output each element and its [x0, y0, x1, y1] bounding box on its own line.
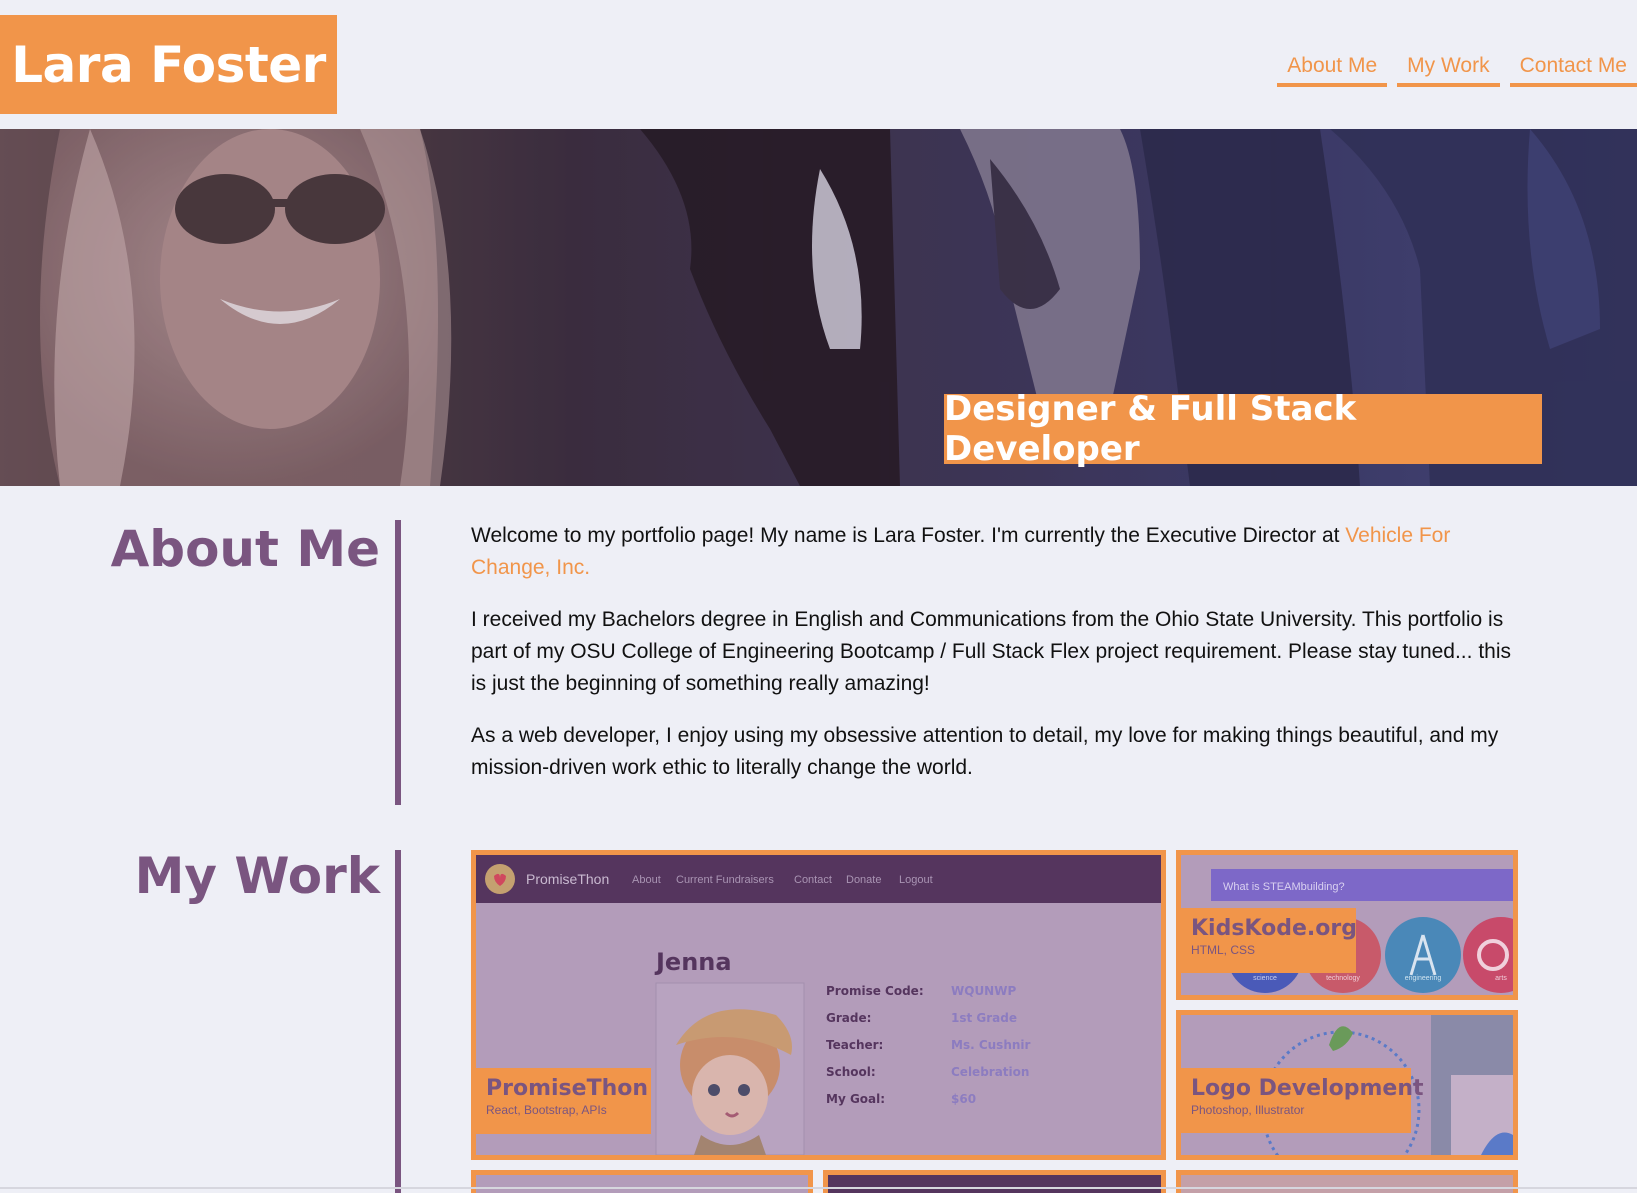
promisethon-tech: React, Bootstrap, APIs	[486, 1103, 607, 1117]
promisethon-menu-donate: Donate	[846, 874, 881, 886]
about-paragraph-2: I received my Bachelors degree in Englis…	[471, 608, 1511, 695]
kidskode-search-text: What is STEAMbuilding?	[1223, 881, 1345, 893]
kidskode-circle-arts: arts	[1495, 975, 1507, 982]
kidskode-title: KidsKode.org	[1191, 916, 1357, 941]
grade-label: Grade:	[826, 1011, 871, 1025]
page-bottom-edge	[0, 1187, 1637, 1189]
about-text: Welcome to my portfolio page! My name is…	[471, 520, 1521, 804]
project-card-row2-2[interactable]	[823, 1170, 1166, 1193]
project-card-row2-3[interactable]	[1176, 1170, 1518, 1193]
promisethon-app-name: PromiseThon	[526, 871, 609, 887]
brand-logo[interactable]: Lara Foster	[0, 15, 337, 114]
hero-title: Designer & Full Stack Developer	[944, 389, 1357, 469]
promisethon-menu-about: About	[632, 874, 661, 886]
promise-code-value: WQUNWP	[951, 984, 1016, 998]
about-paragraph-1: Welcome to my portfolio page! My name is…	[471, 520, 1521, 584]
project-card-promisethon[interactable]: PromiseThon About Current Fundraisers Co…	[471, 850, 1166, 1160]
promisethon-menu-logout: Logout	[899, 874, 933, 886]
work-heading: My Work	[134, 847, 380, 905]
goal-value: $60	[951, 1092, 976, 1106]
teacher-value: Ms. Cushnir	[951, 1038, 1031, 1052]
kidskode-caption: KidsKode.org HTML, CSS	[1181, 908, 1357, 973]
hero-banner: Designer & Full Stack Developer	[0, 129, 1637, 486]
logo-development-title: Logo Development	[1191, 1076, 1424, 1101]
kidskode-tech: HTML, CSS	[1191, 943, 1256, 957]
project-card-kidskode[interactable]: What is STEAMbuilding? science technolog…	[1176, 850, 1518, 1000]
promise-code-label: Promise Code:	[826, 984, 924, 998]
goal-label: My Goal:	[826, 1092, 885, 1106]
kidskode-circle-engineering: engineering	[1405, 975, 1442, 982]
brand-name: Lara Foster	[11, 35, 326, 94]
about-divider	[395, 520, 401, 805]
kidskode-circle-science: science	[1253, 975, 1277, 982]
logo-development-caption: Logo Development Photoshop, Illustrator	[1181, 1068, 1424, 1133]
hero-title-box: Designer & Full Stack Developer	[944, 389, 1542, 469]
logo-development-tech: Photoshop, Illustrator	[1191, 1103, 1305, 1117]
project-card-logo-development[interactable]: Logo Development Photoshop, Illustrator	[1176, 1010, 1518, 1160]
nav-my-work[interactable]: My Work	[1397, 50, 1500, 87]
about-p1-text: Welcome to my portfolio page! My name is…	[471, 524, 1346, 547]
about-heading-wrap: About Me	[0, 520, 380, 578]
promisethon-menu-contact: Contact	[794, 874, 832, 886]
about-heading: About Me	[110, 520, 380, 578]
project-card-row2-1[interactable]	[471, 1170, 813, 1193]
kidskode-circle-technology: technology	[1326, 975, 1360, 982]
work-divider	[395, 850, 401, 1193]
school-value: Celebration	[951, 1065, 1029, 1079]
main-nav: About Me My Work Contact Me	[1277, 50, 1637, 87]
promisethon-student-name: Jenna	[654, 948, 732, 976]
nav-about-me[interactable]: About Me	[1277, 50, 1388, 87]
work-heading-wrap: My Work	[0, 847, 380, 905]
school-label: School:	[826, 1065, 876, 1079]
grade-value: 1st Grade	[951, 1011, 1017, 1025]
nav-contact-me[interactable]: Contact Me	[1509, 50, 1637, 87]
about-paragraph-3: As a web developer, I enjoy using my obs…	[471, 724, 1499, 779]
promisethon-caption: PromiseThon React, Bootstrap, APIs	[476, 1068, 651, 1134]
teacher-label: Teacher:	[826, 1038, 883, 1052]
promisethon-title: PromiseThon	[486, 1076, 649, 1101]
promisethon-menu-fundraisers: Current Fundraisers	[676, 874, 774, 886]
